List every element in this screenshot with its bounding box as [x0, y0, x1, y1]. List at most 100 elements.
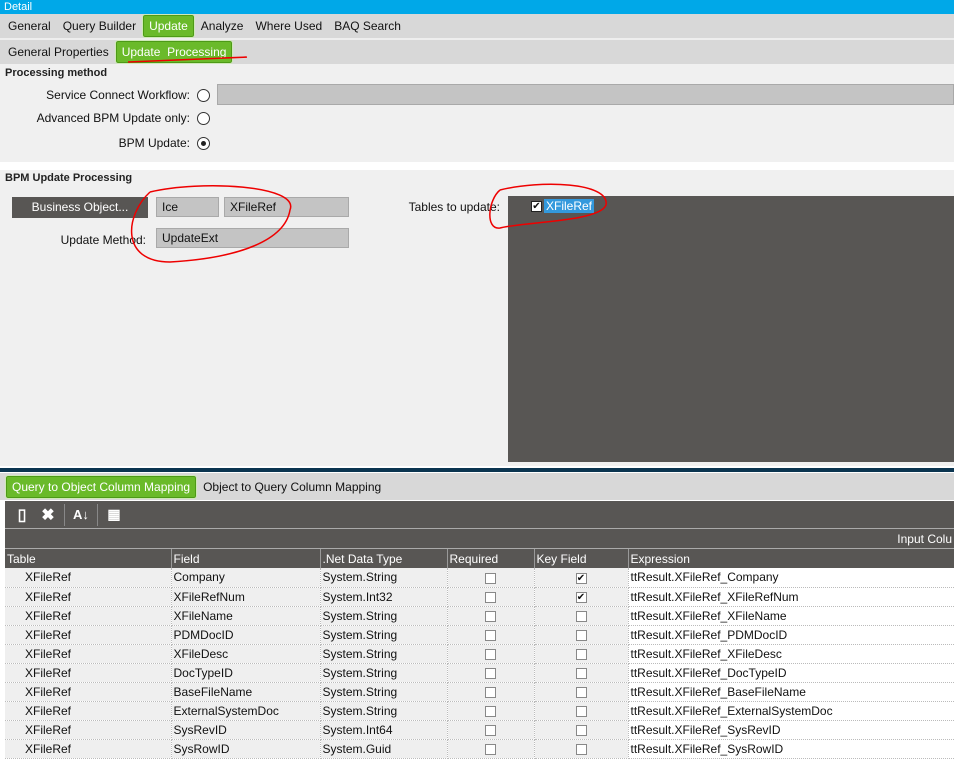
- table-list-item[interactable]: ✔ XFileRef: [531, 199, 595, 213]
- tab-baq-search[interactable]: BAQ Search: [329, 16, 406, 36]
- cell-field[interactable]: SysRevID: [171, 720, 321, 740]
- business-object-button[interactable]: Business Object...: [12, 197, 148, 218]
- cell-expression[interactable]: ttResult.XFileRef_XFileName: [628, 606, 954, 626]
- table-row[interactable]: XFileRef ExternalSystemDoc System.String…: [5, 701, 954, 721]
- cell-expression[interactable]: ttResult.XFileRef_BaseFileName: [628, 682, 954, 702]
- cell-field[interactable]: XFileName: [171, 606, 321, 626]
- table-row[interactable]: XFileRef DocTypeID System.String ttResul…: [5, 663, 954, 683]
- cell-expression[interactable]: ttResult.XFileRef_SysRowID: [628, 739, 954, 759]
- cell-table[interactable]: XFileRef: [5, 739, 172, 759]
- col-table[interactable]: Table: [5, 549, 172, 568]
- cell-table[interactable]: XFileRef: [5, 701, 172, 721]
- table-row[interactable]: XFileRef XFileDesc System.String ttResul…: [5, 644, 954, 664]
- cell-key-field[interactable]: ✔: [534, 587, 629, 607]
- cell-table[interactable]: XFileRef: [5, 587, 172, 607]
- cell-key-field[interactable]: [534, 606, 629, 626]
- checkbox-unchecked-icon[interactable]: [485, 610, 496, 622]
- cell-required[interactable]: [447, 663, 535, 683]
- col-required[interactable]: Required: [447, 549, 535, 568]
- bpm-update-radio[interactable]: [197, 137, 210, 150]
- cell-table[interactable]: XFileRef: [5, 606, 172, 626]
- checkbox-unchecked-icon[interactable]: [485, 724, 496, 736]
- checkbox-checked-icon[interactable]: ✔: [575, 572, 587, 584]
- col-expression[interactable]: Expression: [628, 549, 954, 568]
- advanced-bpm-radio[interactable]: [197, 112, 210, 125]
- cell-expression[interactable]: ttResult.XFileRef_ExternalSystemDoc: [628, 701, 954, 721]
- cell-field[interactable]: PDMDocID: [171, 625, 321, 645]
- cell-table[interactable]: XFileRef: [5, 644, 172, 664]
- cell-field[interactable]: Company: [171, 568, 321, 588]
- checkbox-unchecked-icon[interactable]: [575, 667, 587, 679]
- cell-type[interactable]: System.String: [320, 644, 448, 664]
- cell-table[interactable]: XFileRef: [5, 625, 172, 645]
- tab-query-builder[interactable]: Query Builder: [58, 16, 141, 36]
- cell-type[interactable]: System.Guid: [320, 739, 448, 759]
- cell-type[interactable]: System.String: [320, 568, 448, 588]
- cell-table[interactable]: XFileRef: [5, 663, 172, 683]
- cell-type[interactable]: System.String: [320, 682, 448, 702]
- checkbox-unchecked-icon[interactable]: [485, 667, 496, 679]
- cell-type[interactable]: System.String: [320, 663, 448, 683]
- checkbox-checked-icon[interactable]: ✔: [575, 591, 587, 603]
- checkbox-unchecked-icon[interactable]: [575, 743, 587, 755]
- cell-key-field[interactable]: [534, 739, 629, 759]
- cell-expression[interactable]: ttResult.XFileRef_Company: [628, 568, 954, 588]
- cell-required[interactable]: [447, 720, 535, 740]
- cell-key-field[interactable]: [534, 720, 629, 740]
- tab-where-used[interactable]: Where Used: [250, 16, 327, 36]
- tab-general-properties[interactable]: General Properties: [3, 42, 114, 62]
- new-icon[interactable]: ▯: [9, 505, 35, 525]
- tab-general[interactable]: General: [3, 16, 56, 36]
- cell-table[interactable]: XFileRef: [5, 720, 172, 740]
- col-type[interactable]: .Net Data Type: [320, 549, 448, 568]
- cell-required[interactable]: [447, 606, 535, 626]
- cell-field[interactable]: BaseFileName: [171, 682, 321, 702]
- checkbox-unchecked-icon[interactable]: [575, 648, 587, 660]
- update-method-field[interactable]: UpdateExt: [156, 228, 349, 248]
- cell-field[interactable]: XFileRefNum: [171, 587, 321, 607]
- table-row[interactable]: XFileRef SysRowID System.Guid ttResult.X…: [5, 739, 954, 759]
- table-row[interactable]: XFileRef PDMDocID System.String ttResult…: [5, 625, 954, 645]
- cell-type[interactable]: System.Int32: [320, 587, 448, 607]
- checkbox-unchecked-icon[interactable]: [485, 686, 496, 698]
- cell-table[interactable]: XFileRef: [5, 682, 172, 702]
- checkbox-unchecked-icon[interactable]: [485, 743, 496, 755]
- checkbox-unchecked-icon[interactable]: [485, 705, 496, 717]
- cell-required[interactable]: [447, 682, 535, 702]
- cell-key-field[interactable]: [534, 625, 629, 645]
- cell-expression[interactable]: ttResult.XFileRef_XFileRefNum: [628, 587, 954, 607]
- checkbox-unchecked-icon[interactable]: [575, 610, 587, 622]
- workflow-field[interactable]: [217, 84, 954, 105]
- cell-required[interactable]: [447, 587, 535, 607]
- cell-expression[interactable]: ttResult.XFileRef_DocTypeID: [628, 663, 954, 683]
- delete-icon[interactable]: ✖: [35, 505, 61, 525]
- checkbox-unchecked-icon[interactable]: [485, 629, 496, 641]
- service-connect-radio[interactable]: [197, 89, 210, 102]
- cell-expression[interactable]: ttResult.XFileRef_SysRevID: [628, 720, 954, 740]
- checkbox-checked-icon[interactable]: ✔: [531, 200, 542, 212]
- tables-to-update-list[interactable]: ✔ XFileRef: [508, 196, 954, 462]
- table-row[interactable]: XFileRef XFileName System.String ttResul…: [5, 606, 954, 626]
- cell-type[interactable]: System.String: [320, 625, 448, 645]
- table-row[interactable]: XFileRef Company System.String ✔ ttResul…: [5, 568, 954, 588]
- cell-expression[interactable]: ttResult.XFileRef_PDMDocID: [628, 625, 954, 645]
- cell-required[interactable]: [447, 625, 535, 645]
- cell-required[interactable]: [447, 739, 535, 759]
- cell-key-field[interactable]: [534, 701, 629, 721]
- cell-required[interactable]: [447, 701, 535, 721]
- cell-key-field[interactable]: [534, 644, 629, 664]
- sort-az-icon[interactable]: A↓: [68, 507, 94, 522]
- col-key-field[interactable]: Key Field: [534, 549, 629, 568]
- cell-field[interactable]: DocTypeID: [171, 663, 321, 683]
- checkbox-unchecked-icon[interactable]: [575, 724, 587, 736]
- checkbox-unchecked-icon[interactable]: [485, 591, 496, 603]
- checkbox-unchecked-icon[interactable]: [575, 686, 587, 698]
- bo-name-field[interactable]: XFileRef: [224, 197, 349, 217]
- checkbox-unchecked-icon[interactable]: [575, 705, 587, 717]
- cell-type[interactable]: System.Int64: [320, 720, 448, 740]
- tab-update-processing[interactable]: Update Processing: [114, 40, 234, 64]
- table-row[interactable]: XFileRef XFileRefNum System.Int32 ✔ ttRe…: [5, 587, 954, 607]
- grid-edit-icon[interactable]: ▦: [101, 506, 127, 523]
- checkbox-unchecked-icon[interactable]: [485, 648, 496, 660]
- checkbox-unchecked-icon[interactable]: [575, 629, 587, 641]
